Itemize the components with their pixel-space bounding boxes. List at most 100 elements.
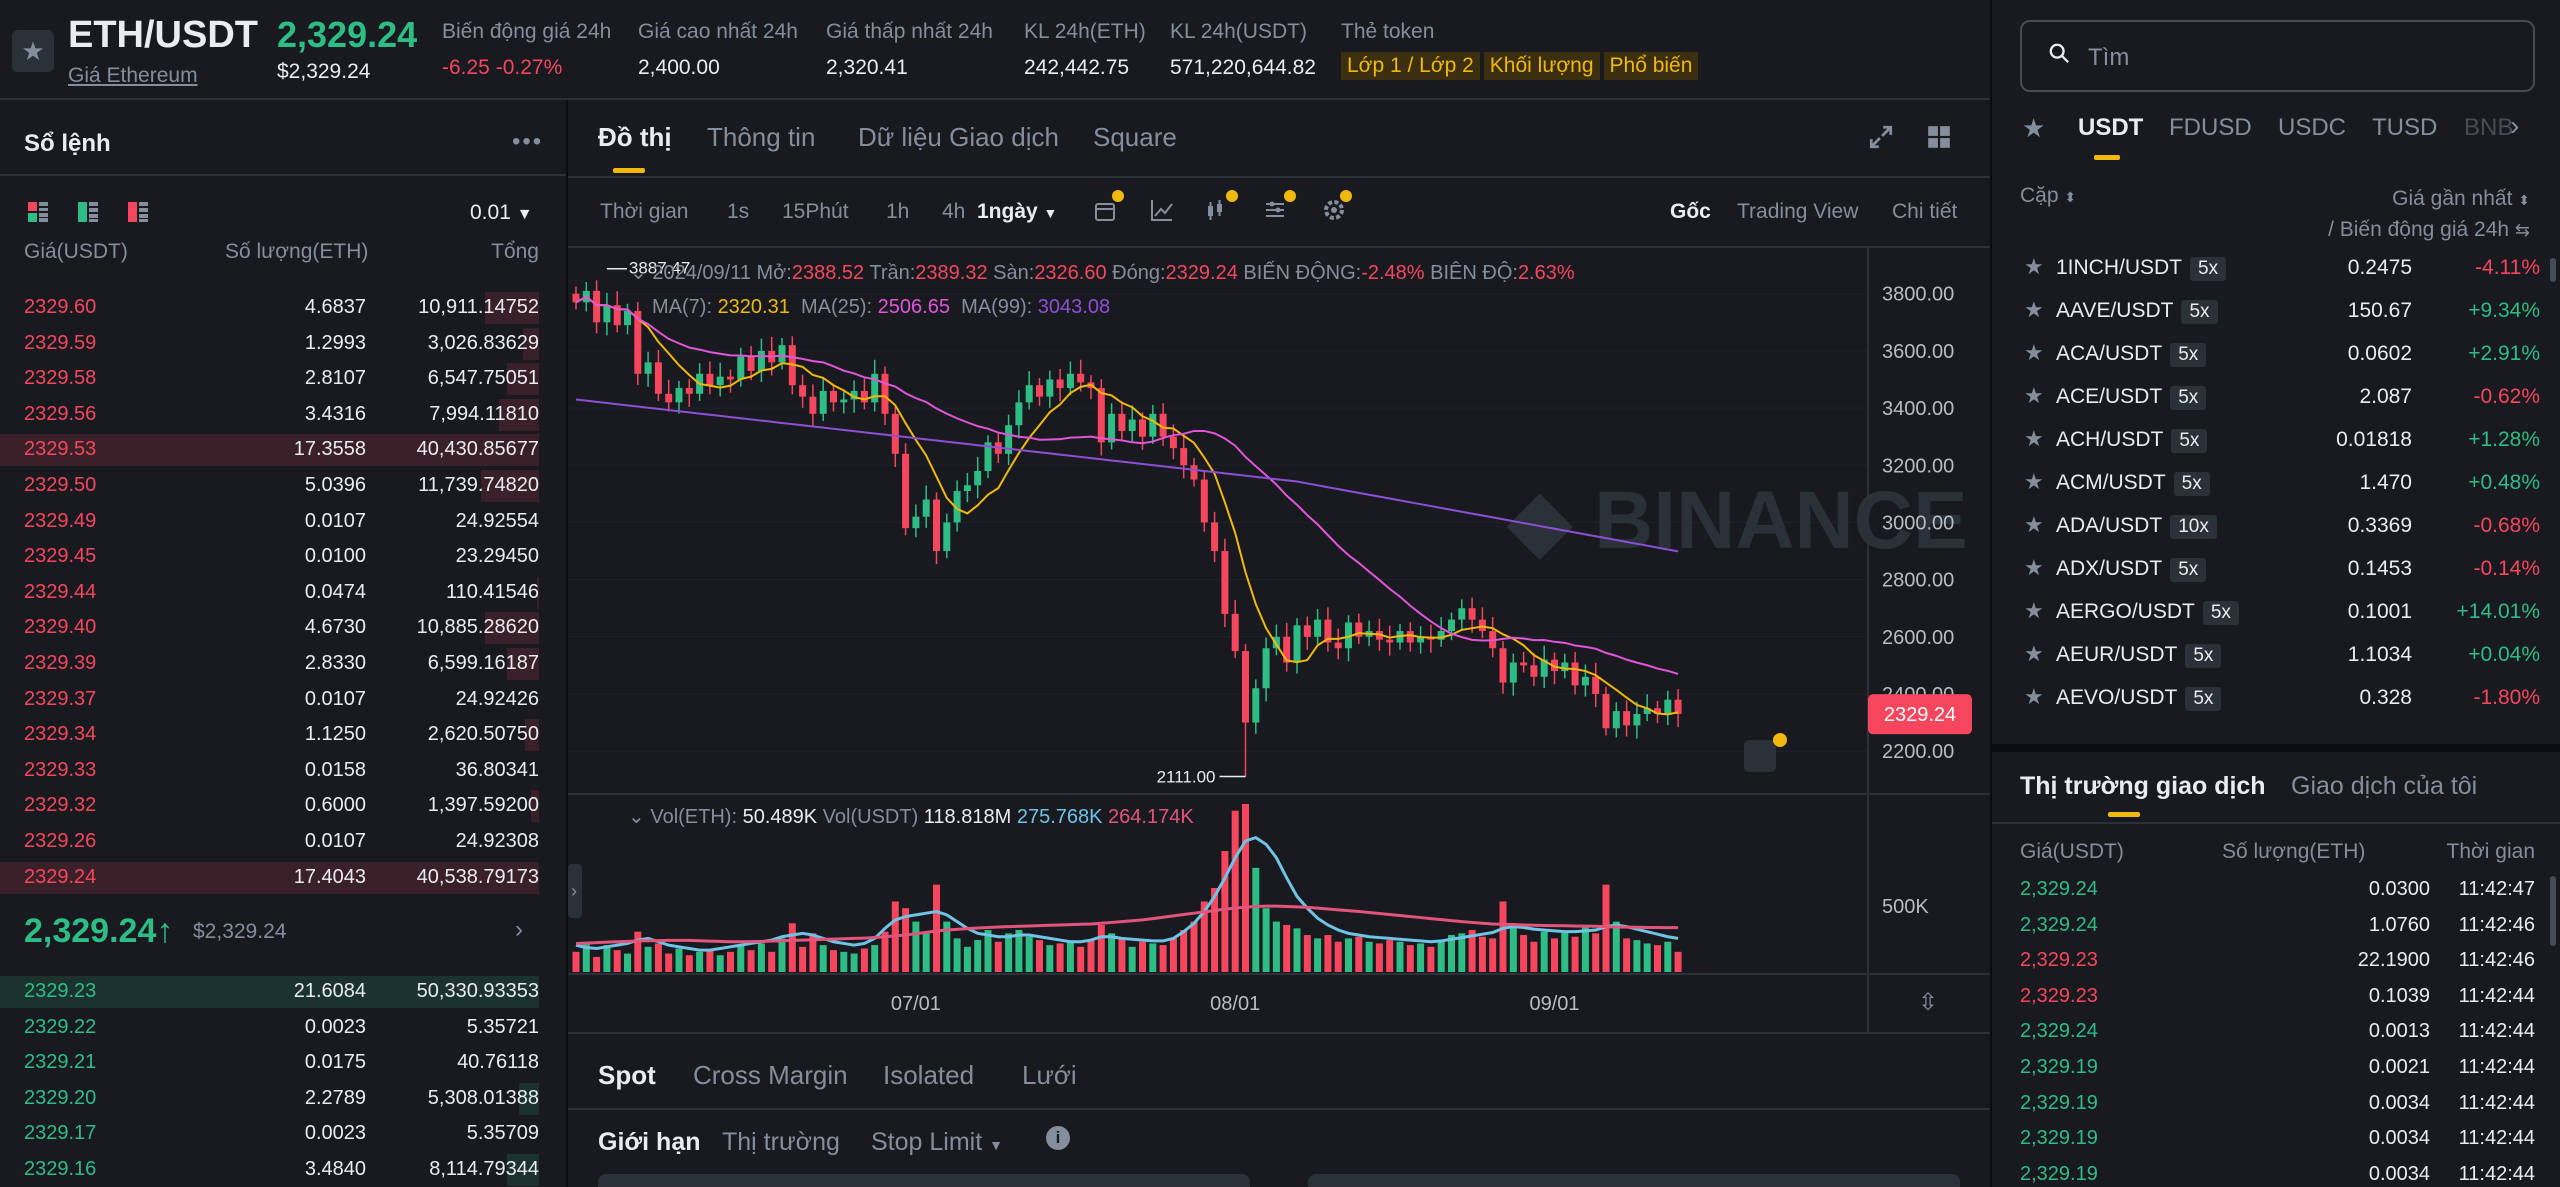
market-row[interactable]: ★ 1INCH/USDT 5x 0.2475 -4.11%: [2020, 248, 2540, 291]
tab-grid[interactable]: Lưới: [1022, 1060, 1077, 1091]
favorite-star-icon[interactable]: ★: [2024, 469, 2044, 495]
tab-chart[interactable]: Đồ thị: [598, 122, 672, 153]
favorite-star-icon[interactable]: ★: [2024, 598, 2044, 624]
orderbook-ask-row[interactable]: 2329.45 0.0100 23.29450: [0, 539, 566, 575]
market-row[interactable]: ★ ADX/USDT 5x 0.1453 -0.14%: [2020, 549, 2540, 592]
orderbook-bid-row[interactable]: 2329.17 0.0023 5.35709: [0, 1116, 566, 1152]
more-icon[interactable]: •••: [512, 128, 543, 156]
token-tag[interactable]: Phổ biến: [1603, 52, 1699, 80]
token-tag[interactable]: Lớp 1 / Lớp 2: [1341, 52, 1480, 80]
market-row[interactable]: ★ ACM/USDT 5x 1.470 +0.48%: [2020, 463, 2540, 506]
favorite-star-icon[interactable]: ★: [2024, 512, 2044, 538]
orderbook-ask-row[interactable]: 2329.49 0.0107 24.92554: [0, 504, 566, 540]
orderbook-bid-row[interactable]: 2329.22 0.0023 5.35721: [0, 1010, 566, 1046]
col-price-change[interactable]: Giá gần nhất ⬍ / Biến động giá 24h ⇆: [2328, 184, 2530, 245]
orderbook-ask-row[interactable]: 2329.50 5.0396 11,739.74820: [0, 468, 566, 504]
favorite-star-icon[interactable]: ★: [2024, 641, 2044, 667]
interval-1s[interactable]: 1s: [727, 200, 749, 224]
scrollbar[interactable]: [2550, 876, 2556, 946]
orderbook-ask-row[interactable]: 2329.44 0.0474 110.41546: [0, 575, 566, 611]
sell-price-input[interactable]: [1308, 1174, 1960, 1187]
orderbook-ask-row[interactable]: 2329.32 0.6000 1,397.59200: [0, 788, 566, 824]
favorite-star-icon[interactable]: ★: [2024, 426, 2044, 452]
pair-info-link[interactable]: Giá Ethereum: [68, 64, 198, 88]
orderbook-ask-row[interactable]: 2329.60 4.6837 10,911.14752: [0, 290, 566, 326]
tab-isolated[interactable]: Isolated: [883, 1060, 974, 1091]
view-depth[interactable]: Chi tiết: [1892, 200, 1957, 224]
orderbook-bids-view-icon[interactable]: [78, 202, 98, 222]
buy-price-input[interactable]: [598, 1174, 1250, 1187]
favorite-star-icon[interactable]: ★: [2024, 297, 2044, 323]
orderbook-ask-row[interactable]: 2329.53 17.3558 40,430.85677: [0, 432, 566, 468]
market-row[interactable]: ★ AAVE/USDT 5x 150.67 +9.34%: [2020, 291, 2540, 334]
orderbook-mid-price[interactable]: 2,329.24↑: [24, 912, 173, 951]
interval-4h[interactable]: 4h: [942, 200, 965, 224]
indicator-icon[interactable]: [1148, 196, 1176, 224]
orderbook-asks-view-icon[interactable]: [128, 202, 148, 222]
orderbook-ask-row[interactable]: 2329.37 0.0107 24.92426: [0, 682, 566, 718]
interval-15m[interactable]: 15Phút: [782, 200, 849, 224]
market-row[interactable]: ★ ACA/USDT 5x 0.0602 +2.91%: [2020, 334, 2540, 377]
pair-title[interactable]: ETH/USDT: [68, 14, 258, 57]
orderbook-bid-row[interactable]: 2329.20 2.2789 5,308.01388: [0, 1081, 566, 1117]
orderbook-ask-row[interactable]: 2329.56 3.4316 7,994.11810: [0, 397, 566, 433]
favorite-star-icon[interactable]: ★: [2024, 254, 2044, 280]
market-tab-usdt[interactable]: USDT: [2078, 114, 2143, 142]
orderbook-ask-row[interactable]: 2329.58 2.8107 6,547.75051: [0, 361, 566, 397]
layout-icon[interactable]: [1926, 124, 1952, 150]
tab-info[interactable]: Thông tin: [707, 122, 815, 153]
market-row[interactable]: ★ AEVO/USDT 5x 0.328 -1.80%: [2020, 678, 2540, 721]
view-original[interactable]: Gốc: [1670, 200, 1711, 224]
precision-select[interactable]: 0.01 ▼: [470, 201, 533, 225]
market-row[interactable]: ★ AEUR/USDT 5x 1.1034 +0.04%: [2020, 635, 2540, 678]
collapse-icon[interactable]: ⌄: [630, 262, 647, 284]
orderbook-bid-row[interactable]: 2329.23 21.6084 50,330.93353: [0, 974, 566, 1010]
interval-1h[interactable]: 1h: [886, 200, 909, 224]
info-icon[interactable]: i: [1046, 1126, 1070, 1150]
fit-height-icon[interactable]: ⇳: [1918, 988, 1938, 1016]
col-pair[interactable]: Cặp ⬍: [2020, 184, 2076, 208]
market-tab-tusd[interactable]: TUSD: [2372, 114, 2437, 142]
search-input[interactable]: Tìm: [2020, 20, 2535, 92]
orderbook-ask-row[interactable]: 2329.40 4.6730 10,885.28620: [0, 610, 566, 646]
chevron-right-icon[interactable]: ›: [515, 916, 523, 944]
candlestick-chart[interactable]: ◆ BINANCE 500K 3800.003600.003400.003200…: [568, 248, 1990, 1032]
market-row[interactable]: ★ ADA/USDT 10x 0.3369 -0.68%: [2020, 506, 2540, 549]
favorite-star-icon[interactable]: ★: [2024, 684, 2044, 710]
tab-my-trades[interactable]: Giao dịch của tôi: [2291, 772, 2477, 801]
market-row[interactable]: ★ AERGO/USDT 5x 0.1001 +14.01%: [2020, 592, 2540, 635]
orderbook-bid-row[interactable]: 2329.21 0.0175 40.76118: [0, 1045, 566, 1081]
market-tab-bnb[interactable]: BNB: [2464, 114, 2513, 142]
orderbook-bid-row[interactable]: 2329.16 3.4840 8,114.79344: [0, 1152, 566, 1187]
note-icon[interactable]: [1744, 740, 1776, 772]
token-tag[interactable]: Khối lượng: [1483, 52, 1600, 80]
tab-trading-data[interactable]: Dữ liệu Giao dịch: [858, 122, 1059, 153]
market-row[interactable]: ★ ACH/USDT 5x 0.01818 +1.28%: [2020, 420, 2540, 463]
expand-icon[interactable]: [1868, 124, 1894, 150]
tab-market-trades[interactable]: Thị trường giao dịch: [2020, 772, 2266, 801]
tab-spot[interactable]: Spot: [598, 1060, 656, 1091]
favorites-star-icon[interactable]: ★: [2022, 113, 2045, 144]
scrollbar[interactable]: [2550, 258, 2556, 282]
market-row[interactable]: ★ ACE/USDT 5x 2.087 -0.62%: [2020, 377, 2540, 420]
orderbook-ask-row[interactable]: 2329.33 0.0158 36.80341: [0, 753, 566, 789]
favorite-star-icon[interactable]: ★: [2024, 383, 2044, 409]
order-type-stop-limit[interactable]: Stop Limit ▼: [871, 1128, 1003, 1157]
orderbook-ask-row[interactable]: 2329.59 1.2993 3,026.83629: [0, 326, 566, 362]
chevron-right-icon[interactable]: ›: [2510, 110, 2519, 142]
order-type-limit[interactable]: Giới hạn: [598, 1128, 701, 1157]
tab-cross-margin[interactable]: Cross Margin: [693, 1060, 848, 1091]
tab-square[interactable]: Square: [1093, 122, 1177, 153]
favorite-star-icon[interactable]: ★: [2024, 555, 2044, 581]
favorite-star-icon[interactable]: ★: [12, 30, 54, 72]
orderbook-ask-row[interactable]: 2329.24 17.4043 40,538.79173: [0, 860, 566, 896]
orderbook-ask-row[interactable]: 2329.39 2.8330 6,599.16187: [0, 646, 566, 682]
market-tab-fdusd[interactable]: FDUSD: [2169, 114, 2252, 142]
interval-1d[interactable]: 1ngày ▼: [977, 200, 1057, 224]
favorite-star-icon[interactable]: ★: [2024, 340, 2044, 366]
collapse-icon[interactable]: ⌄: [628, 806, 645, 828]
orderbook-ask-row[interactable]: 2329.34 1.1250 2,620.50750: [0, 717, 566, 753]
view-tradingview[interactable]: Trading View: [1737, 200, 1858, 224]
orderbook-ask-row[interactable]: 2329.26 0.0107 24.92308: [0, 824, 566, 860]
order-type-market[interactable]: Thị trường: [722, 1128, 840, 1157]
